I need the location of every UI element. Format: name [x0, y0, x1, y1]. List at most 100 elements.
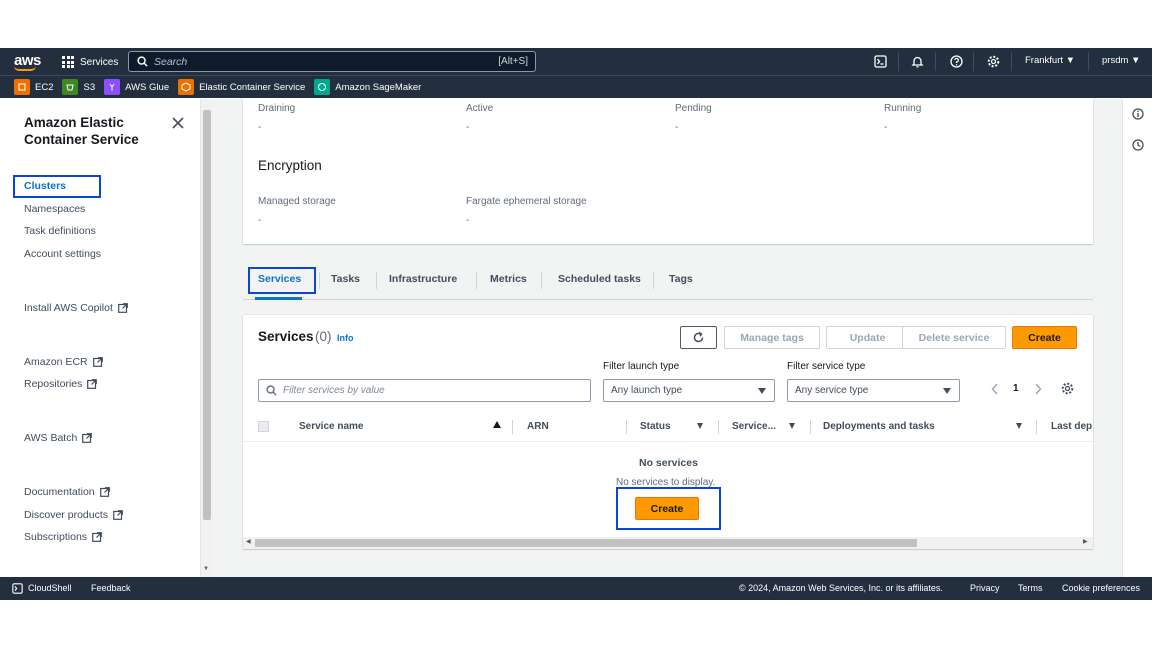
external-link-icon — [92, 532, 102, 542]
footer-feedback-link[interactable]: Feedback — [91, 583, 131, 593]
notifications-bell-icon[interactable] — [910, 54, 924, 68]
ec2-icon — [14, 79, 30, 95]
sidebar-link-repositories[interactable]: Repositories — [24, 378, 98, 390]
column-arn[interactable]: ARN — [527, 421, 549, 432]
favorite-s3[interactable]: S3 — [62, 79, 95, 95]
console-footer: CloudShell Feedback © 2024, Amazon Web S… — [0, 577, 1152, 600]
external-link-icon — [82, 433, 93, 443]
tab-separator — [541, 272, 542, 289]
create-service-button[interactable]: Create — [1012, 326, 1077, 349]
tab-separator — [376, 272, 377, 289]
tab-tasks[interactable]: Tasks — [331, 273, 360, 285]
sidebar-link-install-aws-copilot[interactable]: Install AWS Copilot — [24, 302, 128, 314]
sidebar-item-namespaces[interactable]: Namespaces — [24, 203, 85, 215]
cluster-tabs: Services Tasks Infrastructure Metrics Sc… — [243, 264, 1093, 300]
chevron-left-icon[interactable] — [991, 383, 999, 395]
settings-gear-icon[interactable] — [986, 54, 1000, 68]
table-header-divider — [243, 441, 1093, 442]
table-scrollbar-thumb[interactable] — [255, 539, 917, 547]
region-selector[interactable]: Frankfurt ▼ — [1025, 55, 1075, 66]
tab-infrastructure[interactable]: Infrastructure — [389, 273, 457, 285]
help-icon[interactable] — [949, 54, 963, 68]
favorite-aws-glue[interactable]: AWS Glue — [104, 79, 169, 95]
tab-scheduled-tasks[interactable]: Scheduled tasks — [558, 273, 641, 285]
sidebar-link-label: Install AWS Copilot — [24, 302, 113, 314]
launch-type-select[interactable]: Any launch type — [603, 379, 775, 402]
favorite-label: Elastic Container Service — [199, 81, 306, 93]
ecs-icon — [178, 79, 195, 95]
tab-metrics[interactable]: Metrics — [490, 273, 527, 285]
sidebar-link-discover-products[interactable]: Discover products — [24, 509, 123, 521]
nav-separator — [935, 52, 936, 71]
favorite-sagemaker[interactable]: Amazon SageMaker — [314, 79, 421, 95]
aws-logo-smile — [14, 66, 36, 71]
account-menu[interactable]: prsdm ▼ — [1102, 55, 1140, 66]
pagination-current-page[interactable]: 1 — [1013, 383, 1019, 394]
sort-ascending-icon[interactable] — [493, 421, 501, 428]
stat-running-value: - — [884, 122, 888, 133]
side-nav-title[interactable]: Amazon Elastic Container Service — [24, 114, 154, 148]
scroll-right-arrow-icon[interactable]: ▶ — [1083, 538, 1088, 545]
search-icon — [137, 56, 148, 67]
account-name: prsdm — [1102, 55, 1129, 66]
update-button[interactable]: Update — [826, 326, 909, 349]
search-icon — [266, 385, 277, 396]
sort-icon[interactable] — [789, 423, 795, 429]
services-label: Services — [80, 56, 119, 68]
search-shortcut: [Alt+S] — [498, 56, 528, 67]
history-clock-icon[interactable] — [1132, 139, 1144, 151]
sort-icon[interactable] — [697, 423, 703, 429]
tab-tags[interactable]: Tags — [669, 273, 693, 285]
clusters-highlight-box — [13, 175, 101, 198]
refresh-button[interactable] — [680, 326, 717, 349]
close-icon[interactable] — [172, 117, 184, 129]
caret-down-icon — [943, 388, 951, 394]
favorite-ecs[interactable]: Elastic Container Service — [178, 79, 305, 95]
column-service-name[interactable]: Service name — [299, 421, 364, 432]
info-icon[interactable] — [1132, 108, 1144, 120]
scroll-left-arrow-icon[interactable]: ◀ — [246, 538, 251, 545]
column-status[interactable]: Status — [640, 421, 671, 432]
cloudshell-icon[interactable] — [12, 583, 23, 594]
sidebar-link-aws-batch[interactable]: AWS Batch — [24, 432, 93, 444]
sidebar-link-documentation[interactable]: Documentation — [24, 486, 110, 498]
table-preferences-gear-icon[interactable] — [1061, 382, 1074, 395]
stat-active-label: Active — [466, 103, 494, 114]
footer-cloudshell-link[interactable]: CloudShell — [28, 583, 72, 593]
create-button-highlight-box — [616, 487, 721, 530]
stat-draining-value: - — [258, 122, 262, 133]
chevron-right-icon[interactable] — [1034, 383, 1042, 395]
favorite-label: AWS Glue — [125, 81, 170, 93]
service-type-select[interactable]: Any service type — [787, 379, 960, 402]
sidebar-link-amazon-ecr[interactable]: Amazon ECR — [24, 356, 103, 368]
sidebar-link-subscriptions[interactable]: Subscriptions — [24, 531, 102, 543]
cloudshell-icon[interactable] — [873, 54, 887, 68]
glue-icon — [104, 79, 121, 95]
filter-launch-type-label: Filter launch type — [603, 361, 680, 372]
favorite-label: EC2 — [35, 81, 54, 93]
launch-type-value: Any launch type — [611, 385, 683, 396]
scroll-down-arrow-icon[interactable]: ▼ — [203, 566, 209, 572]
footer-privacy-link[interactable]: Privacy — [970, 583, 1000, 593]
sidebar-link-label: Subscriptions — [24, 531, 88, 543]
footer-cookie-preferences-link[interactable]: Cookie preferences — [1062, 583, 1140, 593]
column-last-deployment[interactable]: Last dep — [1051, 421, 1093, 432]
manage-tags-button[interactable]: Manage tags — [724, 326, 820, 349]
filter-services-input[interactable]: Filter services by value — [258, 379, 591, 402]
sidebar-item-account-settings[interactable]: Account settings — [24, 248, 101, 260]
sidebar-item-task-definitions[interactable]: Task definitions — [24, 225, 96, 237]
stat-pending-label: Pending — [675, 103, 712, 114]
sidebar-scrollbar-thumb[interactable] — [203, 110, 211, 520]
info-link[interactable]: Info — [337, 333, 354, 343]
delete-service-button[interactable]: Delete service — [902, 326, 1006, 349]
search-input[interactable]: Search [Alt+S] — [128, 51, 536, 72]
select-all-checkbox[interactable] — [258, 421, 269, 432]
managed-storage-value: - — [258, 215, 262, 226]
column-service-type[interactable]: Service... — [732, 421, 776, 432]
services-menu-button[interactable]: Services — [62, 53, 118, 71]
filter-services-placeholder: Filter services by value — [283, 385, 385, 396]
sort-icon[interactable] — [1016, 423, 1022, 429]
favorite-ec2[interactable]: EC2 — [14, 79, 53, 95]
column-deployments-and-tasks[interactable]: Deployments and tasks — [823, 421, 935, 432]
footer-terms-link[interactable]: Terms — [1018, 583, 1043, 593]
